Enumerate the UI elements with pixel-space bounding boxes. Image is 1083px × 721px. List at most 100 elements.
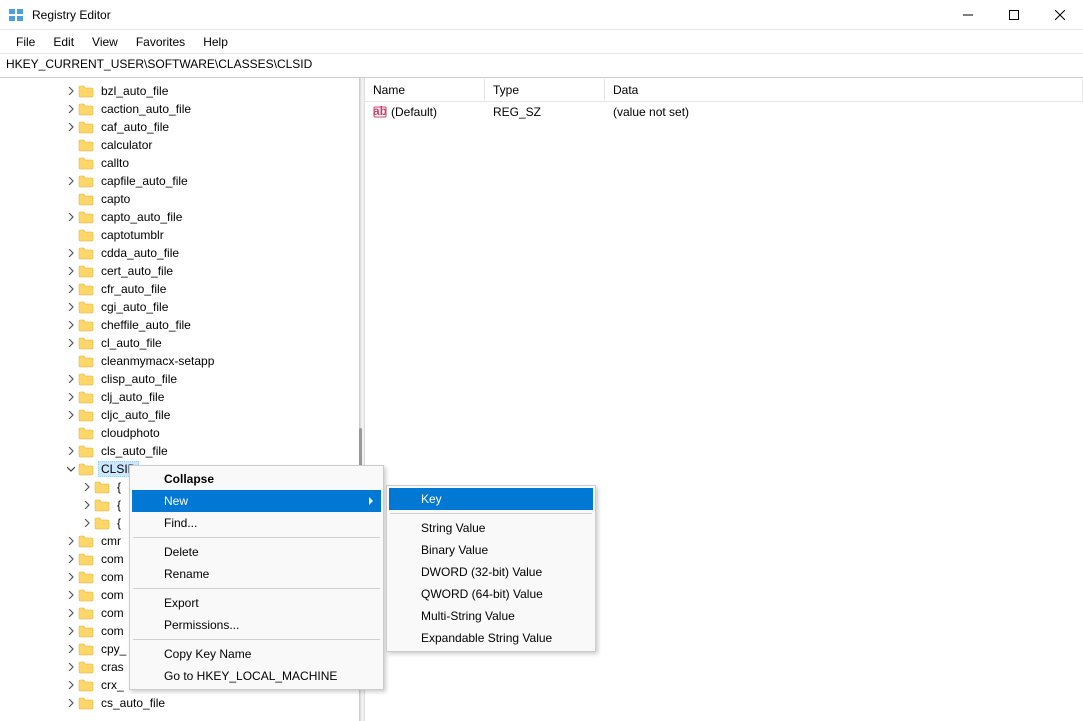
menu-favorites[interactable]: Favorites [128, 32, 193, 52]
tree-item[interactable]: callto [0, 154, 359, 172]
chevron-right-icon[interactable] [64, 303, 78, 311]
chevron-right-icon[interactable] [64, 573, 78, 581]
tree-item[interactable]: cljc_auto_file [0, 406, 359, 424]
sub-sep [390, 513, 592, 514]
tree-item[interactable]: captotumblr [0, 226, 359, 244]
chevron-right-icon[interactable] [64, 321, 78, 329]
tree-item[interactable]: capto_auto_file [0, 208, 359, 226]
folder-icon [78, 246, 94, 260]
chevron-right-icon[interactable] [64, 663, 78, 671]
folder-icon [78, 444, 94, 458]
sub-key[interactable]: Key [389, 488, 593, 510]
titlebar: Registry Editor [0, 0, 1083, 30]
ctx-rename[interactable]: Rename [132, 563, 381, 585]
tree-item-label: cljc_auto_file [98, 407, 173, 423]
tree-item[interactable]: caction_auto_file [0, 100, 359, 118]
col-type[interactable]: Type [485, 79, 605, 101]
chevron-right-icon[interactable] [64, 681, 78, 689]
sub-string[interactable]: String Value [389, 517, 593, 539]
tree-item-label: capto_auto_file [98, 209, 185, 225]
ctx-copy-key-name[interactable]: Copy Key Name [132, 643, 381, 665]
tree-item-label: com [98, 623, 127, 639]
menu-file[interactable]: File [8, 32, 43, 52]
chevron-right-icon[interactable] [64, 105, 78, 113]
folder-icon [78, 372, 94, 386]
tree-item[interactable]: cls_auto_file [0, 442, 359, 460]
tree-item[interactable]: caf_auto_file [0, 118, 359, 136]
tree-item[interactable]: cfr_auto_file [0, 280, 359, 298]
tree-item[interactable]: capfile_auto_file [0, 172, 359, 190]
sub-dword[interactable]: DWORD (32-bit) Value [389, 561, 593, 583]
folder-icon [78, 156, 94, 170]
chevron-right-icon[interactable] [64, 537, 78, 545]
chevron-right-icon[interactable] [64, 591, 78, 599]
chevron-right-icon[interactable] [80, 519, 94, 527]
minimize-button[interactable] [945, 0, 991, 30]
ctx-find[interactable]: Find... [132, 512, 381, 534]
tree-item-label: com [98, 587, 127, 603]
chevron-right-icon[interactable] [64, 393, 78, 401]
context-menu: Collapse New Find... Delete Rename Expor… [129, 465, 384, 690]
svg-text:ab: ab [373, 105, 387, 118]
tree-item[interactable]: calculator [0, 136, 359, 154]
ctx-export[interactable]: Export [132, 592, 381, 614]
chevron-right-icon[interactable] [64, 285, 78, 293]
tree-item-label: cfr_auto_file [98, 281, 169, 297]
chevron-right-icon[interactable] [64, 699, 78, 707]
sub-binary[interactable]: Binary Value [389, 539, 593, 561]
chevron-right-icon[interactable] [64, 609, 78, 617]
chevron-right-icon[interactable] [64, 375, 78, 383]
chevron-right-icon[interactable] [64, 339, 78, 347]
chevron-down-icon[interactable] [64, 465, 78, 473]
sub-multi[interactable]: Multi-String Value [389, 605, 593, 627]
chevron-right-icon[interactable] [64, 645, 78, 653]
chevron-right-icon[interactable] [64, 213, 78, 221]
chevron-right-icon[interactable] [64, 627, 78, 635]
menu-view[interactable]: View [84, 32, 126, 52]
chevron-right-icon[interactable] [80, 483, 94, 491]
tree-item-label: cert_auto_file [98, 263, 176, 279]
tree-item[interactable]: capto [0, 190, 359, 208]
tree-item[interactable]: cl_auto_file [0, 334, 359, 352]
close-button[interactable] [1037, 0, 1083, 30]
tree-item[interactable]: bzl_auto_file [0, 82, 359, 100]
menu-help[interactable]: Help [195, 32, 236, 52]
sub-qword[interactable]: QWORD (64-bit) Value [389, 583, 593, 605]
ctx-collapse[interactable]: Collapse [132, 468, 381, 490]
folder-icon [78, 336, 94, 350]
chevron-right-icon[interactable] [64, 87, 78, 95]
chevron-right-icon[interactable] [64, 267, 78, 275]
value-row[interactable]: ab (Default) REG_SZ (value not set) [365, 102, 1083, 122]
tree-item[interactable]: cloudphoto [0, 424, 359, 442]
col-name[interactable]: Name [365, 79, 485, 101]
chevron-right-icon[interactable] [64, 555, 78, 563]
sub-expand[interactable]: Expandable String Value [389, 627, 593, 649]
tree-item[interactable]: cs_auto_file [0, 694, 359, 712]
chevron-right-icon[interactable] [64, 411, 78, 419]
chevron-right-icon[interactable] [80, 501, 94, 509]
tree-item[interactable]: cdda_auto_file [0, 244, 359, 262]
folder-icon [78, 228, 94, 242]
tree-item[interactable]: cheffile_auto_file [0, 316, 359, 334]
address-bar[interactable]: HKEY_CURRENT_USER\SOFTWARE\CLASSES\CLSID [0, 54, 1083, 78]
tree-item[interactable]: clj_auto_file [0, 388, 359, 406]
value-name: (Default) [391, 105, 437, 119]
ctx-delete[interactable]: Delete [132, 541, 381, 563]
ctx-goto[interactable]: Go to HKEY_LOCAL_MACHINE [132, 665, 381, 687]
tree-item[interactable]: cgi_auto_file [0, 298, 359, 316]
tree-item[interactable]: cert_auto_file [0, 262, 359, 280]
chevron-right-icon[interactable] [64, 447, 78, 455]
chevron-right-icon[interactable] [64, 249, 78, 257]
tree-item[interactable]: clisp_auto_file [0, 370, 359, 388]
tree-item-label: clisp_auto_file [98, 371, 180, 387]
ctx-permissions[interactable]: Permissions... [132, 614, 381, 636]
col-data[interactable]: Data [605, 79, 1083, 101]
chevron-right-icon[interactable] [64, 123, 78, 131]
tree-item-label: { [114, 497, 124, 513]
maximize-button[interactable] [991, 0, 1037, 30]
menu-edit[interactable]: Edit [45, 32, 82, 52]
folder-icon [78, 210, 94, 224]
tree-item[interactable]: cleanmymacx-setapp [0, 352, 359, 370]
chevron-right-icon[interactable] [64, 177, 78, 185]
ctx-new[interactable]: New [132, 490, 381, 512]
